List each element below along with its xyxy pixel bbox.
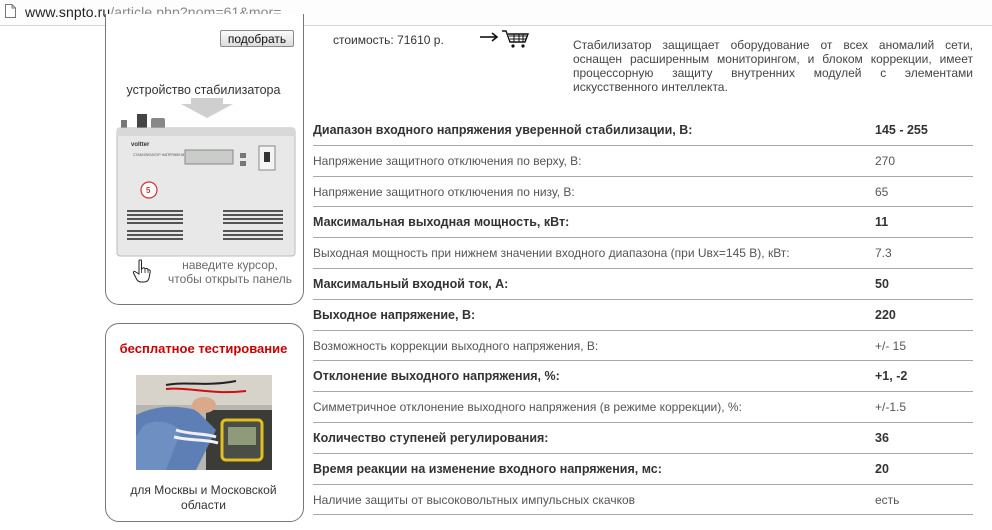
spec-label: Возможность коррекции выходного напряжен…: [313, 338, 599, 353]
region-line-2: области: [181, 498, 226, 512]
hover-hint: наведите курсор, чтобы открыть панель: [160, 258, 300, 286]
spec-row: Диапазон входного напряжения уверенной с…: [313, 115, 973, 146]
spec-value: 7.3: [875, 246, 892, 261]
spec-value: 270: [875, 153, 896, 168]
spec-row: Выходное напряжение, В: 220: [313, 300, 973, 331]
hint-line-2: чтобы открыть панель: [168, 272, 292, 286]
spec-label: Напряжение защитного отключения по верху…: [313, 153, 582, 168]
free-testing-link[interactable]: бесплатное тестирование: [105, 341, 302, 356]
spec-label: Диапазон входного напряжения уверенной с…: [313, 123, 693, 137]
device-label: устройство стабилизатора: [126, 83, 281, 97]
spec-value: есть: [875, 492, 900, 507]
spec-row: Наличие защиты от высоковольтных импульс…: [313, 485, 973, 516]
product-cost: стоимость: 71610 р.: [333, 33, 444, 47]
region-note: для Москвы и Московской области: [105, 483, 302, 513]
spec-row: Количество ступеней регулирования: 36: [313, 423, 973, 454]
svg-text:5: 5: [146, 186, 151, 195]
product-description: Стабилизатор защищает оборудование от вс…: [573, 38, 973, 94]
hint-line-1: наведите курсор,: [182, 258, 278, 272]
spec-row: Выходная мощность при нижнем значении вх…: [313, 238, 973, 269]
spec-value: +1, -2: [875, 369, 908, 384]
spec-label: Отклонение выходного напряжения, %:: [313, 369, 560, 384]
page-icon: [5, 4, 16, 18]
url-domain: www.snpto.ru: [25, 4, 111, 20]
spec-table: Диапазон входного напряжения уверенной с…: [313, 115, 973, 516]
pick-button[interactable]: подобрать: [220, 30, 294, 47]
spec-label: Выходное напряжение, В:: [313, 307, 476, 322]
spec-label: Время реакции на изменение входного напр…: [313, 461, 662, 476]
spec-value: 50: [875, 276, 889, 291]
spec-row: Возможность коррекции выходного напряжен…: [313, 331, 973, 362]
hand-cursor-icon: [132, 259, 151, 283]
spec-label: Выходная мощность при нижнем значении вх…: [313, 246, 790, 261]
spec-row: Симметричное отклонение выходного напряж…: [313, 392, 973, 423]
spec-value: 36: [875, 430, 889, 445]
spec-label: Наличие защиты от высоковольтных импульс…: [313, 492, 636, 507]
device-brand: voltter: [131, 142, 150, 148]
spec-row: Отклонение выходного напряжения, %: +1, -…: [313, 361, 973, 393]
testing-photo: [136, 375, 272, 470]
spec-value: +/- 15: [875, 338, 907, 353]
spec-row: Напряжение защитного отключения по верху…: [313, 146, 973, 177]
spec-label: Напряжение защитного отключения по низу,…: [313, 184, 575, 199]
spec-row: Напряжение защитного отключения по низу,…: [313, 177, 973, 208]
add-to-cart-icon[interactable]: [478, 27, 534, 49]
spec-value: 11: [875, 215, 889, 230]
spec-row: Максимальная выходная мощность, кВт: 11: [313, 207, 973, 239]
spec-row: Время реакции на изменение входного напр…: [313, 454, 973, 485]
spec-value: 220: [875, 307, 896, 322]
spec-label: Симметричное отклонение выходного напряж…: [313, 400, 742, 415]
spec-value: 145 - 255: [875, 123, 928, 137]
region-line-1: для Москвы и Московской: [130, 483, 277, 497]
spec-value: 20: [875, 461, 889, 476]
device-image[interactable]: voltter СТАБИЛИЗАТОР НАПРЯЖЕНИЯ 5: [113, 98, 299, 258]
spec-label: Максимальный входной ток, А:: [313, 276, 509, 291]
spec-label: Максимальная выходная мощность, кВт:: [313, 215, 570, 230]
spec-row: Максимальный входной ток, А: 50: [313, 269, 973, 300]
device-caption: СТАБИЛИЗАТОР НАПРЯЖЕНИЯ: [133, 153, 187, 157]
spec-label: Количество ступеней регулирования:: [313, 430, 549, 445]
spec-value: 65: [875, 184, 889, 199]
spec-value: +/-1.5: [875, 400, 907, 415]
